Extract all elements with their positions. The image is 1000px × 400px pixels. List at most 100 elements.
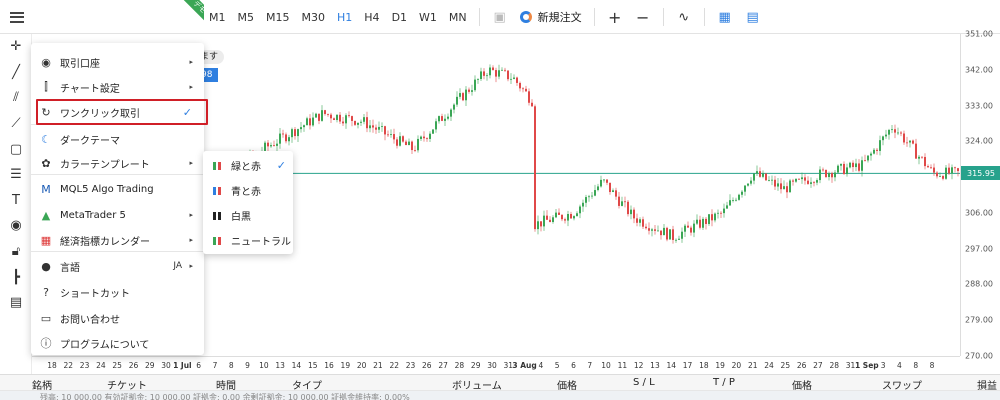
menu-item-label: MetaTrader 5 (60, 209, 126, 221)
candle-body (459, 93, 461, 97)
candle-body (888, 129, 890, 135)
menu-item-shortcuts[interactable]: ? ショートカット (31, 280, 204, 304)
time-label: 24 (764, 361, 774, 370)
candle-body (309, 118, 311, 126)
column-header[interactable]: タイプ (292, 377, 322, 392)
color-template-option[interactable]: ニュートラル (203, 228, 293, 253)
candle-body (768, 179, 770, 181)
timeframe-mn[interactable]: MN (443, 11, 473, 24)
time-label: 13 (275, 361, 285, 370)
candle-body (300, 127, 302, 130)
candle-body (600, 179, 602, 187)
candle-body (360, 121, 362, 123)
timeframe-w1[interactable]: W1 (413, 11, 443, 24)
menu-item-contact[interactable]: ▭ お問い合わせ (31, 306, 204, 330)
candle-body (921, 156, 923, 158)
candle-body (366, 117, 368, 129)
color-template-label: ニュートラル (231, 237, 291, 248)
timeframe-m30[interactable]: M30 (296, 11, 332, 24)
document-icon[interactable]: ▤ (742, 6, 764, 28)
calendar-icon[interactable]: ▦ (714, 6, 736, 28)
timeframe-h4[interactable]: H4 (358, 11, 385, 24)
screenshot-icon[interactable]: ▣ (489, 6, 511, 28)
menu-item-mql5-algo-trading[interactable]: M MQL5 Algo Trading (31, 177, 204, 201)
menu-item-economic-calendar[interactable]: ▦ 経済指標カレンダー ▸ (31, 228, 204, 252)
column-header[interactable]: ボリューム (452, 377, 502, 392)
candle-body (624, 201, 626, 203)
candle-body (411, 141, 413, 151)
candle-body (885, 134, 887, 137)
column-header[interactable]: 銘柄 (32, 377, 52, 392)
menu-item-label: お問い合わせ (60, 314, 120, 326)
text-icon[interactable]: T (0, 188, 32, 214)
candle-body (816, 180, 818, 183)
menu-item-label: 取引口座 (60, 58, 100, 70)
fibonacci-icon[interactable]: ☰ (0, 162, 32, 188)
candle-body (321, 110, 323, 121)
channel-icon[interactable]: ⫽ (0, 85, 32, 111)
timeframe-d1[interactable]: D1 (386, 11, 413, 24)
color-template-option[interactable]: 緑と赤 ✓ (203, 153, 293, 178)
candle-body (288, 137, 290, 142)
candle-body (957, 168, 959, 172)
crosshair-icon[interactable]: ✛ (0, 34, 32, 60)
time-label: 23 (405, 361, 416, 370)
indicators-icon[interactable]: ∿ (673, 6, 695, 28)
menu-item-dark-theme[interactable]: ☾ ダークテーマ (31, 127, 204, 151)
tree-icon[interactable]: ┣ (0, 264, 32, 290)
zoom-out-icon[interactable]: − (632, 6, 654, 28)
zoom-in-icon[interactable]: + (604, 6, 626, 28)
polyline-icon[interactable]: ⟋ (0, 111, 32, 137)
lock-icon[interactable]: 🔓︎ (0, 239, 32, 265)
candle-body (645, 226, 647, 229)
menu-item-language[interactable]: ● 言語 JA ▸ (31, 254, 204, 278)
candle-body (903, 133, 905, 143)
candle-body (759, 171, 761, 177)
submenu-arrow-icon: ▸ (189, 211, 193, 219)
metatrader-logo-icon: ▲ (41, 208, 51, 222)
candle-body (627, 201, 629, 215)
layers-icon[interactable]: ▤ (0, 290, 32, 316)
candle-body (513, 77, 515, 79)
candle-body (552, 217, 554, 223)
candle-body (504, 69, 506, 71)
candle-body (282, 133, 284, 135)
candles-icon (213, 185, 222, 197)
main-menu-button[interactable] (4, 4, 30, 30)
menu-item-chart-settings[interactable]: ⫿ チャート設定 ▸ (31, 75, 204, 99)
menu-item-about[interactable]: ⓘ プログラムについて (31, 331, 204, 355)
candle-body (465, 89, 467, 101)
candle-body (276, 143, 278, 146)
menu-item-metatrader-5[interactable]: ▲ MetaTrader 5 ▸ (31, 203, 204, 227)
candle-body (414, 150, 416, 151)
candle-body (723, 208, 725, 214)
column-header[interactable]: 損益 (977, 377, 997, 392)
candle-body (774, 179, 776, 187)
candle-body (357, 122, 359, 125)
timeframe-m15[interactable]: M15 (260, 11, 296, 24)
menu-item-color-template[interactable]: ✿ カラーテンプレート ▸ (31, 151, 204, 175)
eye-icon[interactable]: ◉ (0, 213, 32, 239)
column-header[interactable]: 価格 (792, 377, 812, 392)
time-label: 23 (79, 361, 90, 370)
color-template-option[interactable]: 青と赤 (203, 178, 293, 203)
rectangle-icon[interactable]: ▢ (0, 136, 32, 162)
column-header[interactable]: 価格 (557, 377, 577, 392)
candle-body (606, 179, 608, 183)
new-order-button[interactable]: 新規注文 (519, 9, 582, 25)
timeframe-m5[interactable]: M5 (232, 11, 261, 24)
column-header[interactable]: チケット (107, 377, 147, 392)
column-header[interactable]: 時間 (216, 377, 236, 392)
timeframe-h1[interactable]: H1 (331, 11, 358, 24)
column-header[interactable]: T / P (713, 377, 735, 388)
color-template-option[interactable]: 白黒 (203, 203, 293, 228)
timeframe-m1[interactable]: M1 (203, 11, 232, 24)
menu-item-trading-accounts[interactable]: ◉ 取引口座 ▸ (31, 50, 204, 74)
trendline-icon[interactable]: ╱ (0, 60, 32, 86)
column-header[interactable]: S / L (633, 377, 655, 388)
language-value: JA (173, 261, 182, 271)
candle-body (753, 173, 755, 181)
column-header[interactable]: スワップ (882, 377, 922, 392)
candle-body (621, 201, 623, 206)
candle-body (660, 230, 662, 236)
